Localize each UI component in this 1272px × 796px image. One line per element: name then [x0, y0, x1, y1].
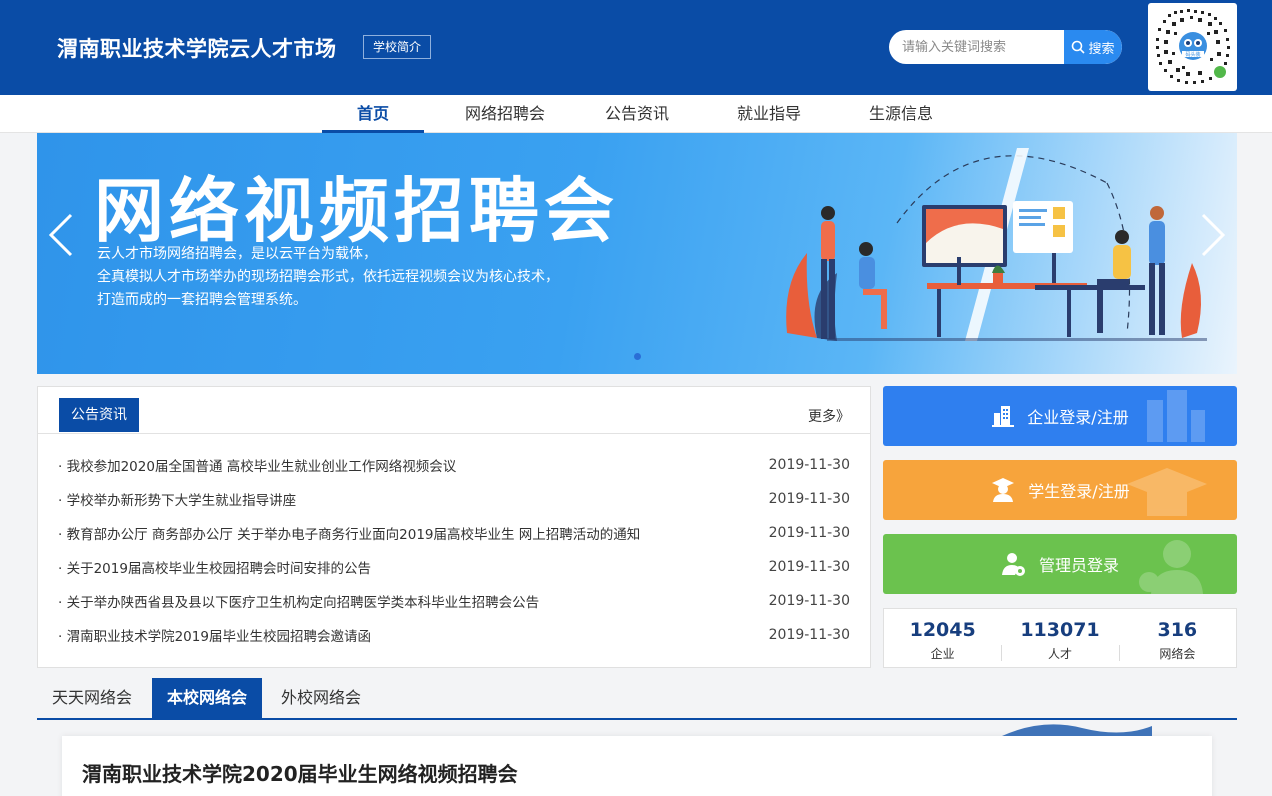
nav-job-fair[interactable]: 网络招聘会: [455, 95, 555, 133]
stat-label: 企业: [930, 647, 955, 661]
banner-desc-line: 全真模拟人才市场举办的现场招聘会形式，依托远程视频会议为核心技术，: [97, 269, 559, 285]
admin-login-button[interactable]: 管理员登录: [883, 534, 1237, 594]
list-item[interactable]: · 我校参加2020届全国普通 高校毕业生就业创业工作网络视频会议 2019-11…: [38, 448, 870, 482]
search-icon: [1072, 40, 1086, 54]
job-fair-tabs: 天天网络会 本校网络会 外校网络会: [37, 678, 1237, 720]
banner-desc-line: 打造而成的一套招聘会管理系统。: [97, 292, 307, 308]
tab-daily-fairs[interactable]: 天天网络会: [52, 678, 132, 718]
stat-label: 网络会: [1159, 647, 1196, 661]
stats-panel: 12045 企业 113071 人才 316 网络会: [883, 608, 1237, 668]
nav-announcements[interactable]: 公告资讯: [587, 95, 687, 133]
user-gear-watermark-icon: [1139, 540, 1203, 594]
list-item[interactable]: · 教育部办公厅 商务部办公厅 关于举办电子商务行业面向2019届高校毕业生 网…: [38, 516, 870, 550]
announcements-header: 公告资讯 更多》: [38, 387, 870, 434]
stat-companies: 12045 企业: [884, 609, 1001, 667]
card-decoration: [1002, 724, 1152, 736]
announcement-title[interactable]: · 关于2019届高校毕业生校园招聘会时间安排的公告: [58, 557, 769, 577]
admin-login-label: 管理员登录: [1038, 556, 1119, 575]
search-button-label: 搜索: [1088, 41, 1115, 57]
list-item[interactable]: · 关于2019届高校毕业生校园招聘会时间安排的公告 2019-11-30: [38, 550, 870, 584]
announcement-date: 2019-11-30: [768, 593, 850, 609]
announcement-title[interactable]: · 教育部办公厅 商务部办公厅 关于举办电子商务行业面向2019届高校毕业生 网…: [58, 523, 769, 543]
job-fair-card[interactable]: 渭南职业技术学院2020届毕业生网络视频招聘会: [62, 724, 1212, 796]
tab-our-school-fairs[interactable]: 本校网络会: [152, 678, 262, 718]
qr-code-icon: 码头装: [1155, 9, 1230, 84]
job-fair-title[interactable]: 渭南职业技术学院2020届毕业生网络视频招聘会: [82, 758, 518, 787]
nav-graduates-info[interactable]: 生源信息: [851, 95, 951, 133]
site-header: 渭南职业技术学院云人才市场 学校简介 搜索: [0, 0, 1272, 95]
stat-job-fairs: 316 网络会: [1118, 609, 1236, 667]
banner-description: 云人才市场网络招聘会，是以云平台为载体， 全真模拟人才市场举办的现场招聘会形式，…: [97, 243, 559, 312]
announcements-list: · 我校参加2020届全国普通 高校毕业生就业创业工作网络视频会议 2019-11…: [38, 448, 870, 652]
banner-prev-arrow[interactable]: [45, 205, 81, 265]
graduation-cap-watermark-icon: [1127, 468, 1207, 516]
school-intro-button[interactable]: 学校简介: [363, 35, 432, 59]
company-login-button[interactable]: 企业登录/注册: [883, 386, 1237, 446]
student-icon: [992, 478, 1015, 502]
search-box: 搜索: [889, 30, 1122, 64]
stat-value: 113071: [1020, 619, 1100, 641]
more-link[interactable]: 更多》: [808, 406, 850, 426]
announcement-title[interactable]: · 我校参加2020届全国普通 高校毕业生就业创业工作网络视频会议: [58, 455, 769, 475]
announcement-title[interactable]: · 关于举办陕西省县及县以下医疗卫生机构定向招聘医学类本科毕业生招聘会公告: [58, 591, 769, 611]
student-login-button[interactable]: 学生登录/注册: [883, 460, 1237, 520]
site-title[interactable]: 渭南职业技术学院云人才市场: [57, 33, 337, 63]
announcement-title[interactable]: · 渭南职业技术学院2019届毕业生校园招聘会邀请函: [58, 625, 769, 645]
announcement-date: 2019-11-30: [768, 491, 850, 507]
company-login-label: 企业登录/注册: [1027, 408, 1129, 427]
list-item[interactable]: · 渭南职业技术学院2019届毕业生校园招聘会邀请函 2019-11-30: [38, 618, 870, 652]
announcement-date: 2019-11-30: [768, 457, 850, 473]
banner-title: 网络视频招聘会: [94, 170, 619, 252]
stat-talents: 113071 人才: [1001, 609, 1118, 667]
student-login-label: 学生登录/注册: [1028, 482, 1130, 501]
banner-pagination-dot[interactable]: [634, 353, 641, 360]
banner-next-arrow[interactable]: [1193, 205, 1229, 265]
announcement-date: 2019-11-30: [768, 559, 850, 575]
video-conference-illustration: [786, 148, 1207, 341]
nav-home[interactable]: 首页: [322, 95, 424, 133]
building-watermark-icon: [1147, 390, 1205, 442]
banner-desc-line: 云人才市场网络招聘会，是以云平台为载体，: [97, 246, 377, 262]
nav-career-guidance[interactable]: 就业指导: [719, 95, 819, 133]
search-input[interactable]: [889, 30, 1064, 64]
search-button[interactable]: 搜索: [1064, 30, 1122, 64]
hero-banner[interactable]: 网络视频招聘会 云人才市场网络招聘会，是以云平台为载体， 全真模拟人才市场举办的…: [37, 133, 1237, 374]
announcement-title[interactable]: · 学校举办新形势下大学生就业指导讲座: [58, 489, 769, 509]
stat-value: 316: [1157, 619, 1198, 641]
announcement-date: 2019-11-30: [768, 627, 850, 643]
announcements-panel: 公告资讯 更多》 · 我校参加2020届全国普通 高校毕业生就业创业工作网络视频…: [37, 386, 871, 668]
qr-code: 码头装: [1148, 3, 1237, 91]
main-nav: 首页 网络招聘会 公告资讯 就业指导 生源信息: [0, 95, 1272, 133]
stat-label: 人才: [1047, 647, 1072, 661]
list-item[interactable]: · 关于举办陕西省县及县以下医疗卫生机构定向招聘医学类本科毕业生招聘会公告 201…: [38, 584, 870, 618]
qr-label: 码头装: [1185, 51, 1200, 58]
tab-other-school-fairs[interactable]: 外校网络会: [281, 678, 361, 718]
list-item[interactable]: · 学校举办新形势下大学生就业指导讲座 2019-11-30: [38, 482, 870, 516]
building-icon: [992, 406, 1015, 427]
announcement-date: 2019-11-30: [768, 525, 850, 541]
stat-value: 12045: [909, 619, 976, 641]
admin-icon: [1001, 553, 1025, 576]
announcements-tab[interactable]: 公告资讯: [59, 398, 139, 432]
